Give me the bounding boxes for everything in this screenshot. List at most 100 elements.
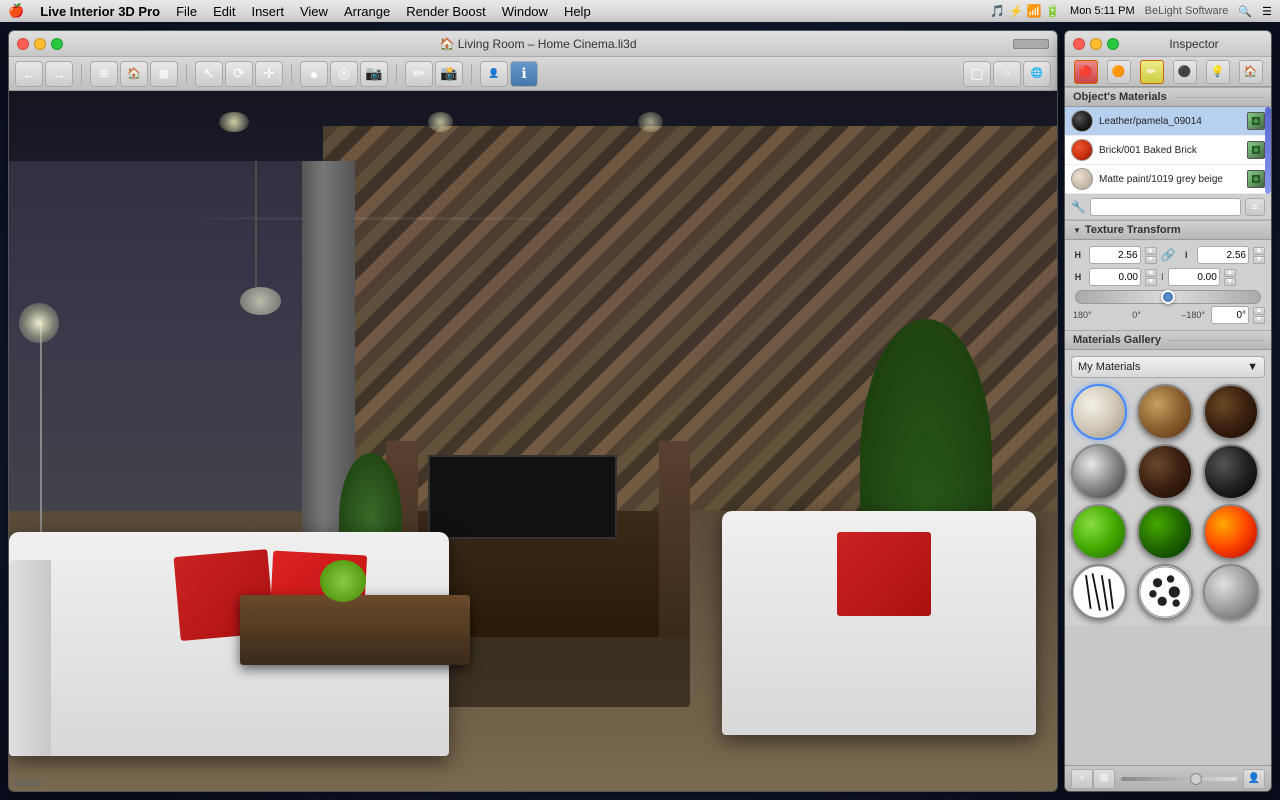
offset-x-input[interactable]: 0.00	[1089, 268, 1141, 286]
gallery-item-dark-metal[interactable]	[1203, 444, 1259, 500]
outdoor-button[interactable]: 🌐	[1023, 61, 1051, 87]
draw-tool-button[interactable]: ✏	[405, 61, 433, 87]
offset-x-increment[interactable]: ▲	[1145, 269, 1157, 277]
pendant-lamp	[240, 287, 282, 315]
inspector-tab-surface[interactable]: ⚫	[1173, 60, 1197, 84]
scale-x-increment[interactable]: ▲	[1145, 247, 1157, 255]
material-item-leather[interactable]: Leather/pamela_09014	[1065, 107, 1271, 136]
menu-file[interactable]: File	[176, 4, 197, 19]
gallery-item-green-dark[interactable]	[1137, 504, 1193, 560]
gallery-item-green-bright[interactable]	[1071, 504, 1127, 560]
thumbnail-size-thumb[interactable]	[1190, 773, 1202, 785]
nav-back-button[interactable]: ←	[15, 61, 43, 87]
inspector-close-button[interactable]	[1073, 38, 1085, 50]
rotation-thumb[interactable]	[1161, 290, 1175, 304]
offset-y-stepper: ▲ ▼	[1224, 269, 1236, 286]
view-3d-button[interactable]: 🏠	[120, 61, 148, 87]
move-tool-button[interactable]: ✛	[255, 61, 283, 87]
menu-edit[interactable]: Edit	[213, 4, 235, 19]
search-icon[interactable]: 🔍	[1238, 5, 1252, 18]
maximize-button[interactable]	[51, 38, 63, 50]
inspector-tab-lighting[interactable]: 💡	[1206, 60, 1230, 84]
rotation-decrement[interactable]: ▼	[1253, 316, 1265, 324]
grid-view-button[interactable]: ⊞	[1093, 769, 1115, 789]
search-input[interactable]	[1090, 198, 1241, 216]
gallery-item-fire[interactable]	[1203, 504, 1259, 560]
toolbar-separator-4	[396, 64, 397, 84]
material-item-matte[interactable]: Matte paint/1019 grey beige	[1065, 165, 1271, 194]
gallery-item-wood-light[interactable]	[1137, 384, 1193, 440]
speaker-right	[659, 441, 690, 637]
gallery-item-silver[interactable]	[1203, 564, 1259, 620]
frame-button[interactable]: ▢	[963, 61, 991, 87]
inspector-minimize-button[interactable]	[1090, 38, 1102, 50]
offset-y-input[interactable]: 0.00	[1168, 268, 1220, 286]
offset-row: H 0.00 ▲ ▼ I 0.00 ▲ ▼	[1071, 268, 1265, 286]
sofa-arm-left	[9, 560, 51, 756]
scale-y-decrement[interactable]: ▼	[1253, 256, 1265, 264]
rotation-slider[interactable]	[1075, 290, 1261, 304]
gallery-item-dark-wood[interactable]	[1203, 384, 1259, 440]
gallery-item-chrome[interactable]	[1071, 444, 1127, 500]
orbit-tool-button[interactable]: ⟳	[225, 61, 253, 87]
materials-scrollbar[interactable]	[1265, 107, 1271, 194]
offset-y-decrement[interactable]: ▼	[1224, 278, 1236, 286]
orbit2-button[interactable]: ◎	[330, 61, 358, 87]
gallery-item-white-plaster[interactable]	[1071, 384, 1127, 440]
inspector-tab-texture[interactable]: ✏	[1140, 60, 1164, 84]
apple-menu[interactable]: 🍎	[8, 3, 24, 19]
scale-y-increment[interactable]: ▲	[1253, 247, 1265, 255]
home-view-button[interactable]: ⌂	[993, 61, 1021, 87]
menu-window[interactable]: Window	[502, 4, 548, 19]
menu-extra-icon[interactable]: ☰	[1262, 5, 1272, 18]
resize-handle[interactable]	[1013, 39, 1049, 49]
gallery-item-zebra[interactable]	[1071, 564, 1127, 620]
floorplan-button[interactable]: ⊞	[90, 61, 118, 87]
wrench-icon[interactable]: 🔧	[1071, 200, 1086, 214]
inspector-tab-materials[interactable]: 🔴	[1074, 60, 1098, 84]
viewport-scrollbar[interactable]	[13, 779, 43, 787]
offset-y-increment[interactable]: ▲	[1224, 269, 1236, 277]
texture-transform-header: ▼ Texture Transform	[1065, 220, 1271, 240]
menu-render-boost[interactable]: Render Boost	[406, 4, 486, 19]
3d-viewport[interactable]	[9, 91, 1057, 791]
record-button[interactable]: ●	[300, 61, 328, 87]
rotation-input[interactable]: 0°	[1211, 306, 1249, 324]
photo-button[interactable]: 📸	[435, 61, 463, 87]
nav-forward-button[interactable]: →	[45, 61, 73, 87]
walk-button[interactable]: 👤	[480, 61, 508, 87]
menu-arrange[interactable]: Arrange	[344, 4, 390, 19]
person-icon-button[interactable]: 👤	[1243, 769, 1265, 789]
pendant-wire	[255, 161, 257, 287]
offset-x-stepper: ▲ ▼	[1145, 269, 1157, 286]
rotation-center-label: 0°	[1132, 310, 1141, 320]
inspector-tab-object[interactable]: 🟠	[1107, 60, 1131, 84]
offset-x-decrement[interactable]: ▼	[1145, 278, 1157, 286]
recessed-light-1	[219, 112, 249, 132]
scale-x-input[interactable]: 2.56	[1089, 246, 1141, 264]
gallery-item-dalmatian[interactable]	[1137, 564, 1193, 620]
menu-insert[interactable]: Insert	[251, 4, 284, 19]
info-button[interactable]: ℹ	[510, 61, 538, 87]
close-button[interactable]	[17, 38, 29, 50]
select-tool-button[interactable]: ↖	[195, 61, 223, 87]
rotation-increment[interactable]: ▲	[1253, 307, 1265, 315]
menu-help[interactable]: Help	[564, 4, 591, 19]
scale-y-input[interactable]: 2.56	[1197, 246, 1249, 264]
inspector-tab-room[interactable]: 🏠	[1239, 60, 1263, 84]
snapshot-button[interactable]: 📷	[360, 61, 388, 87]
menubar: 🍎 Live Interior 3D Pro File Edit Insert …	[0, 0, 1280, 22]
inspector-maximize-button[interactable]	[1107, 38, 1119, 50]
menu-view[interactable]: View	[300, 4, 328, 19]
scale-x-decrement[interactable]: ▼	[1145, 256, 1157, 264]
thumbnail-size-slider[interactable]	[1121, 777, 1237, 781]
minimize-button[interactable]	[34, 38, 46, 50]
link-icon: 🔗	[1161, 248, 1176, 262]
search-menu-button[interactable]: ≡	[1245, 198, 1265, 216]
material-item-brick[interactable]: Brick/001 Baked Brick	[1065, 136, 1271, 165]
menu-app-name[interactable]: Live Interior 3D Pro	[40, 4, 160, 19]
add-material-button[interactable]: +	[1071, 769, 1093, 789]
render-mode-button[interactable]: ▦	[150, 61, 178, 87]
gallery-dropdown[interactable]: My Materials ▼	[1071, 356, 1265, 378]
gallery-item-leather[interactable]	[1137, 444, 1193, 500]
